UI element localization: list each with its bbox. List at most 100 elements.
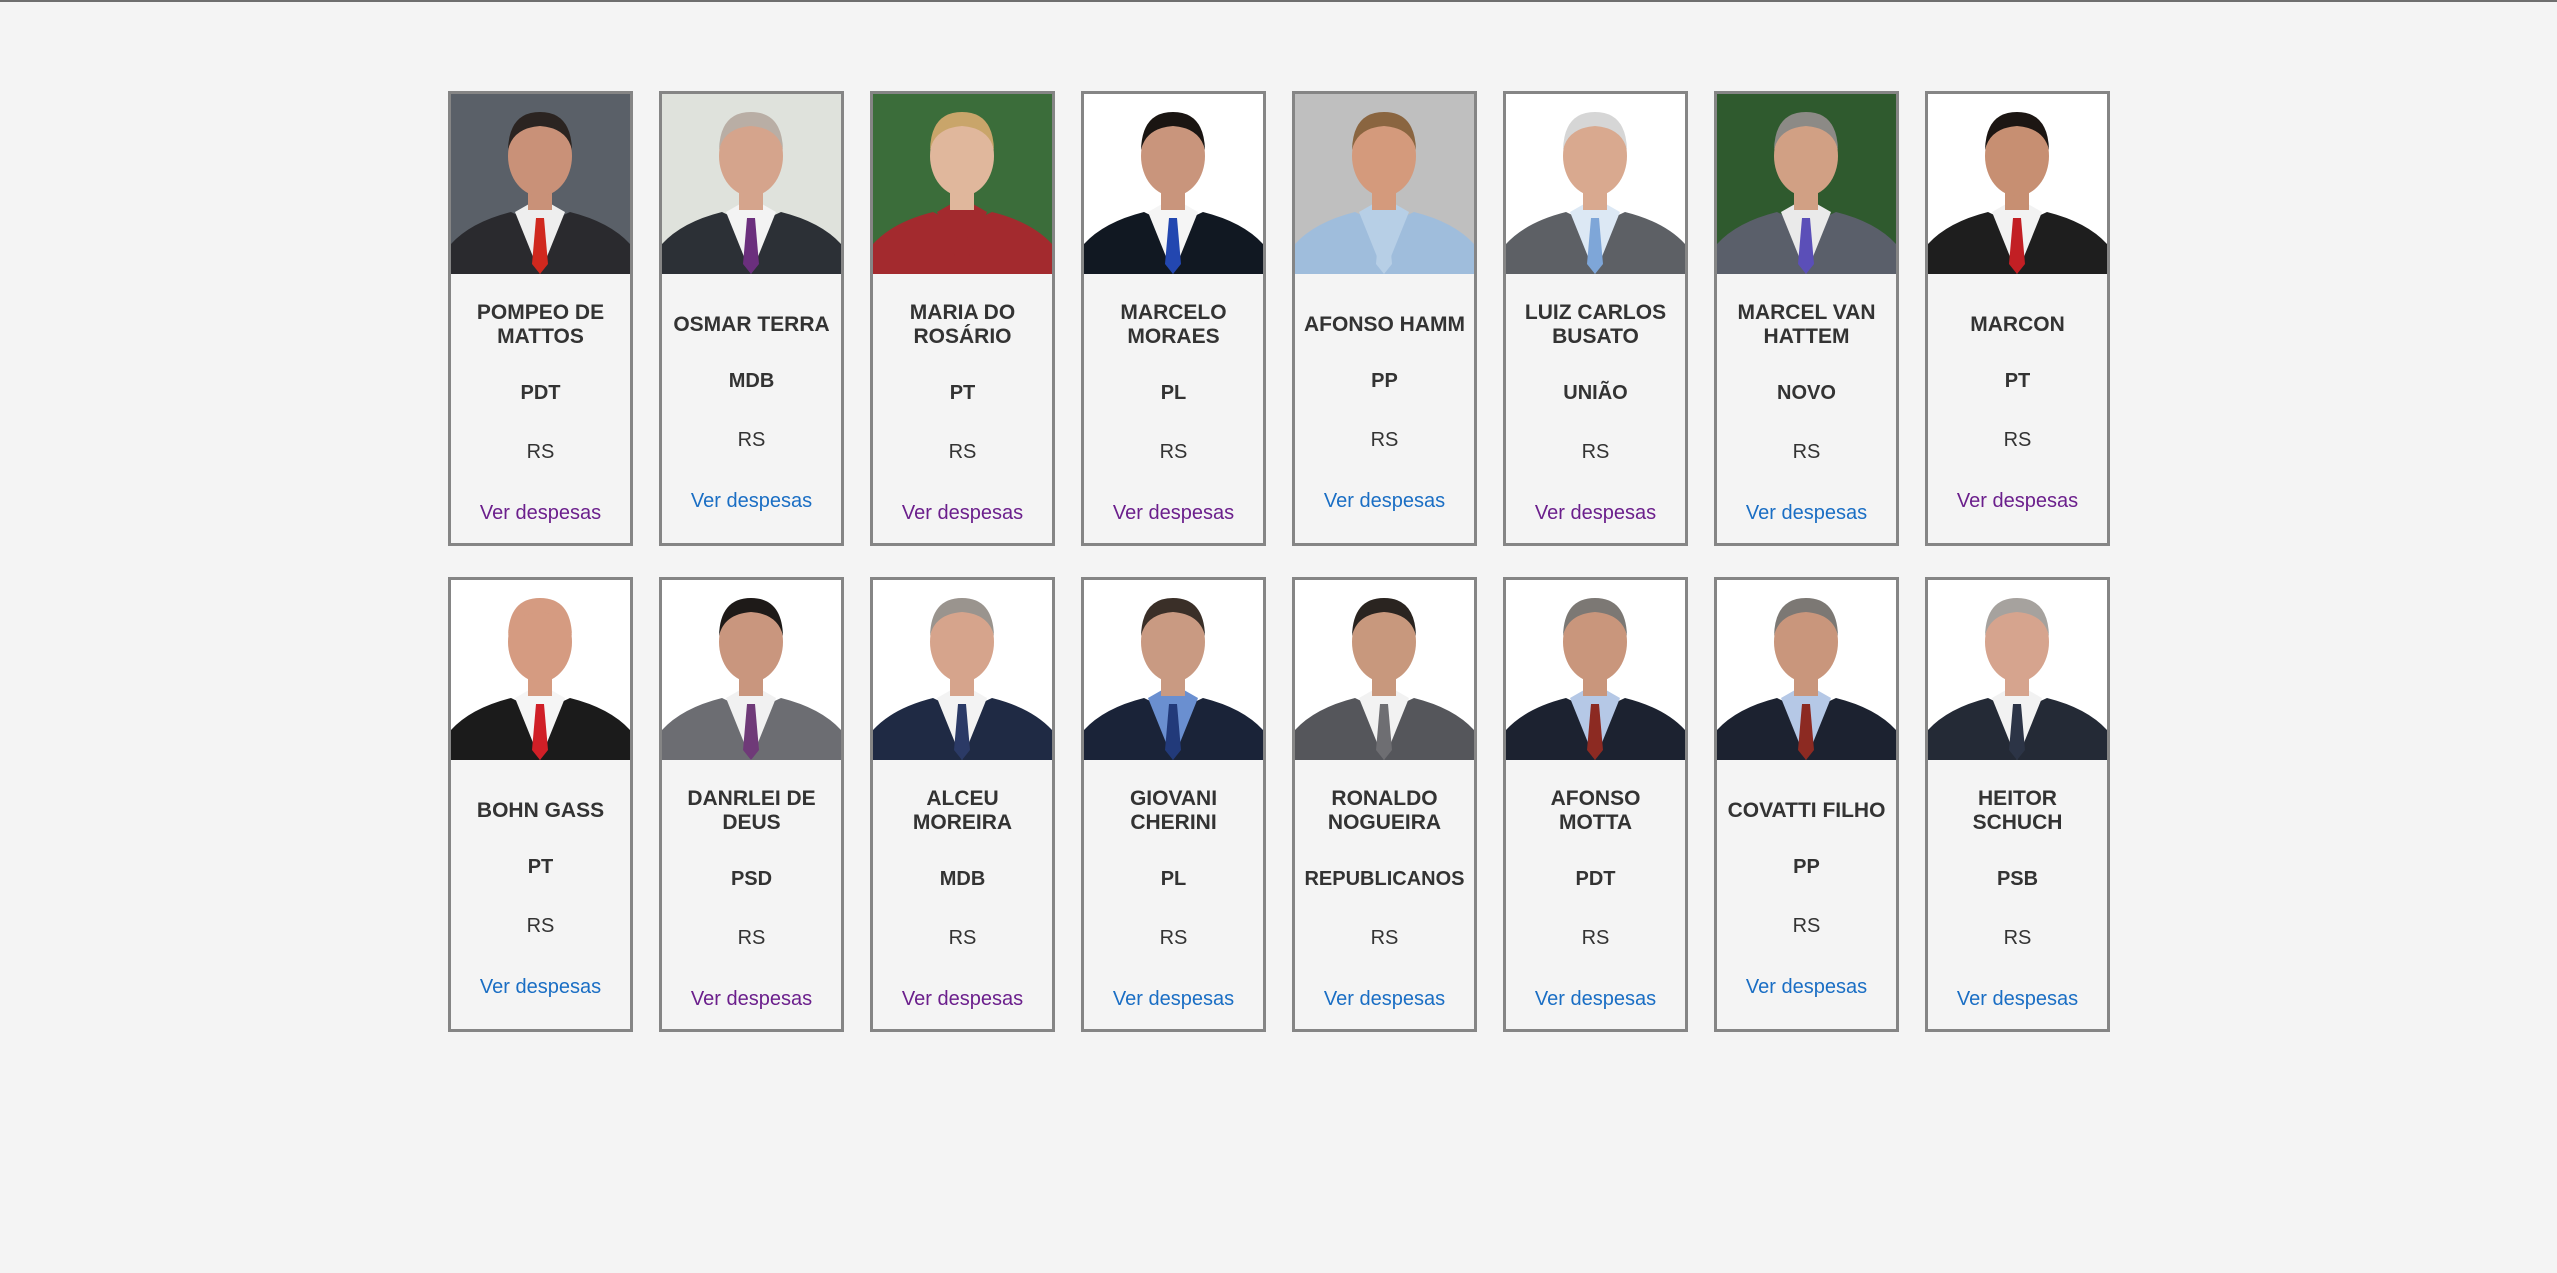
deputy-state: RS [1370, 428, 1399, 451]
deputy-name: LUIZ CARLOS BUSATO [1524, 300, 1667, 348]
deputy-info: OSMAR TERRA MDB RS Ver despesas [662, 274, 841, 543]
deputy-card: MARIA DO ROSÁRIO PT RS Ver despesas [870, 91, 1055, 546]
deputy-state: RS [2003, 926, 2032, 949]
deputy-party: UNIÃO [1563, 381, 1628, 404]
ver-despesas-link[interactable]: Ver despesas [1746, 976, 1867, 999]
deputy-name: AFONSO HAMM [1304, 312, 1465, 336]
deputy-name: BOHN GASS [476, 798, 605, 822]
deputy-info: RONALDO NOGUEIRA REPUBLICANOS RS Ver des… [1295, 760, 1474, 1029]
deputy-name: ALCEU MOREIRA [912, 786, 1013, 834]
deputies-grid: POMPEO DE MATTOS PDT RS Ver despesas OSM… [448, 91, 2112, 1032]
deputy-info: MARCON PT RS Ver despesas [1928, 274, 2107, 543]
deputy-state: RS [737, 428, 766, 451]
deputy-photo [873, 94, 1052, 274]
deputy-info: MARCELO MORAES PL RS Ver despesas [1084, 274, 1263, 543]
deputy-info: BOHN GASS PT RS Ver despesas [451, 760, 630, 1029]
ver-despesas-link[interactable]: Ver despesas [691, 988, 812, 1011]
deputy-card: AFONSO HAMM PP RS Ver despesas [1292, 91, 1477, 546]
ver-despesas-link[interactable]: Ver despesas [480, 976, 601, 999]
deputy-party: PSD [730, 867, 773, 890]
deputy-photo [1084, 94, 1263, 274]
deputy-info: MARIA DO ROSÁRIO PT RS Ver despesas [873, 274, 1052, 543]
ver-despesas-link[interactable]: Ver despesas [1324, 988, 1445, 1011]
deputy-name: HEITOR SCHUCH [1972, 786, 2063, 834]
deputy-name: AFONSO MOTTA [1550, 786, 1641, 834]
deputy-card: GIOVANI CHERINI PL RS Ver despesas [1081, 577, 1266, 1032]
deputy-photo [1506, 94, 1685, 274]
deputy-party: PT [2004, 369, 2031, 392]
ver-despesas-link[interactable]: Ver despesas [1957, 490, 2078, 513]
deputy-photo [1084, 580, 1263, 760]
deputy-party: NOVO [1777, 381, 1836, 404]
deputy-card: MARCON PT RS Ver despesas [1925, 91, 2110, 546]
deputy-state: RS [2003, 428, 2032, 451]
ver-despesas-link[interactable]: Ver despesas [480, 502, 601, 525]
deputy-name: MARCEL VAN HATTEM [1737, 300, 1876, 348]
deputy-photo [451, 580, 630, 760]
deputy-info: POMPEO DE MATTOS PDT RS Ver despesas [451, 274, 630, 543]
ver-despesas-link[interactable]: Ver despesas [1113, 502, 1234, 525]
ver-despesas-link[interactable]: Ver despesas [1535, 988, 1656, 1011]
deputy-party: PSB [1996, 867, 2039, 890]
deputy-state: RS [948, 440, 977, 463]
ver-despesas-link[interactable]: Ver despesas [1746, 502, 1867, 525]
deputy-photo [1928, 94, 2107, 274]
deputy-name: DANRLEI DE DEUS [687, 786, 816, 834]
deputy-photo [662, 580, 841, 760]
deputy-photo [451, 94, 630, 274]
deputy-photo [1717, 580, 1896, 760]
deputy-photo [662, 94, 841, 274]
deputy-party: PDT [1575, 867, 1616, 890]
deputy-name: GIOVANI CHERINI [1129, 786, 1218, 834]
deputy-state: RS [526, 914, 555, 937]
deputy-state: RS [1792, 440, 1821, 463]
deputy-card: MARCEL VAN HATTEM NOVO RS Ver despesas [1714, 91, 1899, 546]
deputy-info: HEITOR SCHUCH PSB RS Ver despesas [1928, 760, 2107, 1029]
deputy-state: RS [948, 926, 977, 949]
ver-despesas-link[interactable]: Ver despesas [902, 988, 1023, 1011]
deputy-card: AFONSO MOTTA PDT RS Ver despesas [1503, 577, 1688, 1032]
ver-despesas-link[interactable]: Ver despesas [1535, 502, 1656, 525]
deputy-info: COVATTI FILHO PP RS Ver despesas [1717, 760, 1896, 1029]
deputy-state: RS [1581, 926, 1610, 949]
deputy-name: MARCELO MORAES [1120, 300, 1227, 348]
deputy-state: RS [1159, 440, 1188, 463]
deputy-card: POMPEO DE MATTOS PDT RS Ver despesas [448, 91, 633, 546]
deputy-card: OSMAR TERRA MDB RS Ver despesas [659, 91, 844, 546]
deputy-photo [1295, 580, 1474, 760]
deputy-party: REPUBLICANOS [1304, 867, 1465, 890]
deputy-card: HEITOR SCHUCH PSB RS Ver despesas [1925, 577, 2110, 1032]
deputy-state: RS [1792, 914, 1821, 937]
deputy-name: MARIA DO ROSÁRIO [909, 300, 1016, 348]
ver-despesas-link[interactable]: Ver despesas [1957, 988, 2078, 1011]
deputy-photo [1295, 94, 1474, 274]
deputy-state: RS [1581, 440, 1610, 463]
deputy-card: RONALDO NOGUEIRA REPUBLICANOS RS Ver des… [1292, 577, 1477, 1032]
ver-despesas-link[interactable]: Ver despesas [902, 502, 1023, 525]
deputy-name: POMPEO DE MATTOS [476, 300, 605, 348]
deputy-card: COVATTI FILHO PP RS Ver despesas [1714, 577, 1899, 1032]
deputy-party: MDB [728, 369, 775, 392]
deputy-info: GIOVANI CHERINI PL RS Ver despesas [1084, 760, 1263, 1029]
deputy-party: PT [949, 381, 976, 404]
ver-despesas-link[interactable]: Ver despesas [1113, 988, 1234, 1011]
ver-despesas-link[interactable]: Ver despesas [1324, 490, 1445, 513]
deputy-info: DANRLEI DE DEUS PSD RS Ver despesas [662, 760, 841, 1029]
deputy-info: LUIZ CARLOS BUSATO UNIÃO RS Ver despesas [1506, 274, 1685, 543]
deputy-info: AFONSO MOTTA PDT RS Ver despesas [1506, 760, 1685, 1029]
deputy-party: PL [1160, 867, 1187, 890]
ver-despesas-link[interactable]: Ver despesas [691, 490, 812, 513]
top-border [0, 0, 2557, 2]
deputy-name: OSMAR TERRA [673, 312, 830, 336]
deputy-state: RS [737, 926, 766, 949]
deputy-name: MARCON [1970, 312, 2065, 336]
deputy-party: PL [1160, 381, 1187, 404]
deputy-card: BOHN GASS PT RS Ver despesas [448, 577, 633, 1032]
deputy-party: PP [1793, 855, 1820, 878]
deputy-photo [873, 580, 1052, 760]
deputy-info: AFONSO HAMM PP RS Ver despesas [1295, 274, 1474, 543]
deputy-name: COVATTI FILHO [1727, 798, 1886, 822]
deputy-party: PP [1371, 369, 1398, 392]
deputy-state: RS [1370, 926, 1399, 949]
deputy-photo [1506, 580, 1685, 760]
